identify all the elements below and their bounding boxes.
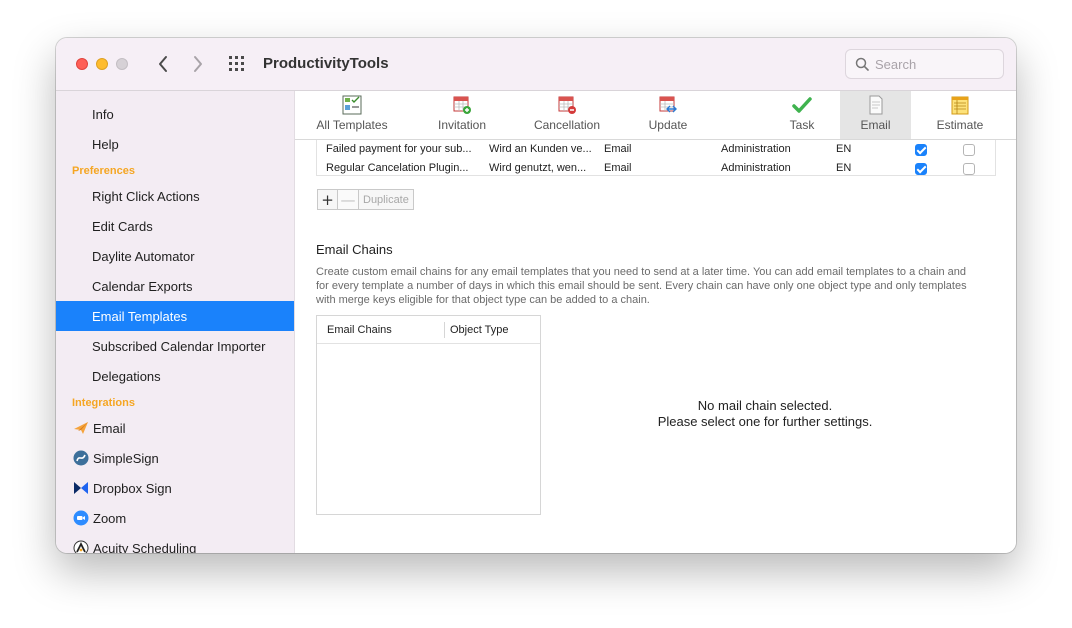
- sidebar: Info Help Preferences Right Click Action…: [56, 91, 295, 553]
- template-description: Wird an Kunden ve...: [489, 143, 592, 155]
- tab-task[interactable]: Task: [777, 91, 827, 139]
- sidebar-item-delegations[interactable]: Delegations: [56, 361, 294, 391]
- tab-invitation[interactable]: Invitation: [427, 91, 497, 139]
- tab-estimate[interactable]: Estimate: [925, 91, 995, 139]
- default-checkbox[interactable]: [963, 163, 975, 175]
- tab-label: All Templates: [316, 118, 388, 132]
- empty-state-message: No mail chain selected. Please select on…: [635, 398, 895, 430]
- document-icon: [869, 95, 882, 115]
- grid-view-button[interactable]: [228, 55, 248, 73]
- tab-cancellation[interactable]: Cancellation: [527, 91, 607, 139]
- close-window-button[interactable]: [76, 58, 88, 70]
- add-template-button[interactable]: +: [317, 189, 338, 210]
- sidebar-item-label: Email: [93, 420, 126, 436]
- forward-button[interactable]: [186, 51, 210, 77]
- table-row[interactable]: Failed payment for your sub... Wird an K…: [317, 140, 995, 158]
- simplesign-icon: [72, 449, 90, 467]
- search-icon: [855, 57, 869, 71]
- template-language: EN: [836, 162, 852, 174]
- sidebar-item-label: Acuity Scheduling: [93, 540, 197, 554]
- sidebar-item-subscribed-calendar-importer[interactable]: Subscribed Calendar Importer: [56, 331, 294, 361]
- back-button[interactable]: [151, 51, 175, 77]
- tab-label: Cancellation: [533, 118, 601, 132]
- enabled-checkbox[interactable]: [915, 144, 927, 156]
- template-name: Failed payment for your sub...: [326, 143, 472, 155]
- empty-state-line: No mail chain selected.: [697, 398, 833, 413]
- sidebar-item-zoom[interactable]: Zoom: [56, 503, 294, 533]
- acuity-icon: [72, 539, 90, 553]
- tab-label: Update: [648, 118, 688, 132]
- chevron-left-icon: [159, 56, 167, 72]
- all-templates-icon: [342, 95, 362, 115]
- template-type: Email: [604, 143, 632, 155]
- sidebar-item-email[interactable]: Email: [56, 413, 294, 443]
- enabled-checkbox[interactable]: [915, 163, 927, 175]
- table-header: Email Chains Object Type: [317, 316, 540, 344]
- zoom-icon: [72, 509, 90, 527]
- email-chains-title: Email Chains: [316, 242, 393, 257]
- template-name: Regular Cancelation Plugin...: [326, 162, 469, 174]
- sidebar-item-edit-cards[interactable]: Edit Cards: [56, 211, 294, 241]
- table-row[interactable]: Regular Cancelation Plugin... Wird genut…: [317, 159, 995, 175]
- minimize-window-button[interactable]: [96, 58, 108, 70]
- tab-all-templates[interactable]: All Templates: [312, 91, 392, 139]
- tab-label: Invitation: [437, 118, 487, 132]
- sidebar-item-help[interactable]: Help: [56, 129, 294, 159]
- sidebar-item-dropbox-sign[interactable]: Dropbox Sign: [56, 473, 294, 503]
- checkmark-icon: [792, 97, 812, 113]
- template-category: Administration: [721, 143, 791, 155]
- notepad-icon: [951, 96, 969, 115]
- column-divider: [444, 322, 445, 338]
- empty-state-line: Please select one for further settings.: [657, 414, 873, 429]
- window-title: ProductivityTools: [263, 55, 389, 72]
- template-language: EN: [836, 143, 852, 155]
- sidebar-item-label: Zoom: [93, 510, 127, 526]
- template-description: Wird genutzt, wen...: [489, 162, 587, 174]
- template-type: Email: [604, 162, 632, 174]
- calendar-remove-icon: [558, 96, 576, 114]
- template-actions: + — Duplicate: [317, 189, 414, 210]
- sidebar-item-email-templates[interactable]: Email Templates: [56, 301, 294, 331]
- sidebar-item-info[interactable]: Info: [56, 99, 294, 129]
- calendar-add-icon: [453, 96, 471, 114]
- duplicate-template-button[interactable]: Duplicate: [359, 189, 414, 210]
- sidebar-item-label: Dropbox Sign: [93, 480, 172, 496]
- remove-template-button[interactable]: —: [338, 189, 359, 210]
- zoom-window-button[interactable]: [116, 58, 128, 70]
- sidebar-item-simplesign[interactable]: SimpleSign: [56, 443, 294, 473]
- template-type-toolbar: All Templates Invitation Cancellation Up…: [295, 91, 1016, 140]
- grid-icon: [229, 56, 244, 71]
- sidebar-item-label: SimpleSign: [93, 450, 159, 466]
- tab-label: Task: [789, 118, 815, 132]
- tab-update[interactable]: Update: [638, 91, 698, 139]
- app-window: ProductivityTools Info Help Preferences …: [56, 38, 1016, 553]
- email-chains-description: Create custom email chains for any email…: [316, 266, 967, 306]
- sidebar-section-preferences: Preferences: [72, 165, 135, 177]
- tab-label: Estimate: [936, 118, 984, 132]
- email-chains-table[interactable]: Email Chains Object Type: [316, 315, 541, 515]
- template-category: Administration: [721, 162, 791, 174]
- sidebar-section-integrations: Integrations: [72, 397, 135, 409]
- tab-email[interactable]: Email: [840, 91, 911, 139]
- default-checkbox[interactable]: [963, 144, 975, 156]
- column-header-object-type[interactable]: Object Type: [450, 324, 509, 336]
- sidebar-item-right-click-actions[interactable]: Right Click Actions: [56, 181, 294, 211]
- dropbox-sign-icon: [72, 479, 90, 497]
- main-content: Failed payment for your sub... Wird an K…: [295, 140, 1016, 553]
- sidebar-item-calendar-exports[interactable]: Calendar Exports: [56, 271, 294, 301]
- sidebar-item-daylite-automator[interactable]: Daylite Automator: [56, 241, 294, 271]
- templates-table[interactable]: Failed payment for your sub... Wird an K…: [316, 140, 996, 176]
- search-input[interactable]: [875, 56, 995, 72]
- tab-label: Email: [860, 118, 891, 132]
- column-header-email-chains[interactable]: Email Chains: [327, 324, 392, 336]
- paper-plane-icon: [72, 419, 90, 437]
- sidebar-item-acuity-scheduling[interactable]: Acuity Scheduling: [56, 533, 294, 554]
- calendar-update-icon: [659, 96, 677, 113]
- chevron-right-icon: [194, 56, 202, 72]
- search-box[interactable]: [845, 49, 1004, 79]
- title-bar: ProductivityTools: [56, 38, 1016, 91]
